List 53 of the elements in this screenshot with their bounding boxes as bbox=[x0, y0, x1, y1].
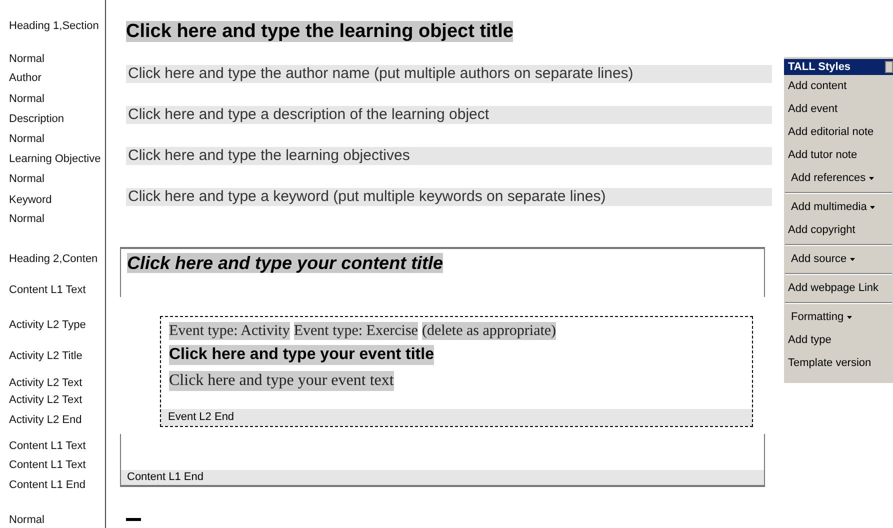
event-text[interactable]: Click here and type your event text bbox=[169, 371, 394, 391]
toolbar-menu-button[interactable]: Formatting bbox=[784, 306, 893, 329]
input-field[interactable]: Click here and type the learning objectives bbox=[126, 147, 772, 165]
toolbar-button[interactable]: Add webpage Link bbox=[784, 277, 893, 300]
caret-icon bbox=[846, 316, 852, 319]
style-name: Activity L2 End bbox=[9, 414, 82, 426]
style-name: Author bbox=[9, 72, 42, 84]
style-name: Normal bbox=[9, 133, 44, 145]
content-title[interactable]: Click here and type your content title bbox=[127, 253, 444, 273]
toolbar-menu-button[interactable]: Add multimedia bbox=[784, 196, 893, 219]
style-name: Heading 2,Conten bbox=[9, 253, 98, 265]
toolbar-button[interactable]: Add editorial note bbox=[784, 121, 893, 144]
caret-icon bbox=[870, 206, 875, 209]
toolbar-title: TALL Styles bbox=[788, 60, 851, 74]
toolbar-menu-button[interactable]: Add source bbox=[784, 248, 893, 271]
toolbar-button[interactable]: Add type bbox=[784, 329, 893, 352]
input-field[interactable]: Click here and type the author name (put multiple authors on separate lines) bbox=[126, 65, 772, 83]
close-button[interactable] bbox=[885, 61, 893, 73]
toolbar-button[interactable]: Add copyright bbox=[784, 219, 893, 242]
toolbar-button[interactable]: Add tutor note bbox=[784, 144, 893, 167]
content-end-bar: Content L1 End bbox=[121, 470, 764, 485]
style-name: Content L1 Text bbox=[9, 459, 86, 471]
style-name: Heading 1,Section bbox=[9, 20, 99, 32]
caret-icon bbox=[868, 177, 874, 180]
toolbar-menu-button[interactable]: Add references bbox=[784, 167, 893, 190]
style-name: Content L1 End bbox=[9, 479, 86, 491]
caret-icon bbox=[850, 258, 855, 261]
event-type-field[interactable]: Event type: Activity bbox=[169, 322, 290, 340]
document-title[interactable]: Click here and type the learning object title bbox=[126, 21, 514, 42]
style-name: Activity L2 Title bbox=[9, 350, 82, 362]
text-cursor bbox=[126, 518, 141, 521]
style-name: Learning Objective bbox=[9, 153, 101, 165]
toolbar-button[interactable]: Template version bbox=[784, 352, 893, 375]
style-name: Content L1 Text bbox=[9, 440, 86, 452]
style-name: Description bbox=[9, 113, 64, 125]
style-name: Activity L2 Type bbox=[9, 319, 86, 331]
input-field[interactable]: Click here and type a keyword (put multiple keywords on separate lines) bbox=[126, 188, 772, 206]
style-name: Normal bbox=[9, 93, 44, 105]
event-title[interactable]: Click here and type your event title bbox=[169, 345, 434, 365]
toolbar-button[interactable]: Add content bbox=[784, 75, 893, 98]
input-field[interactable]: Click here and type a description of the learning object bbox=[126, 106, 772, 124]
toolbar-button[interactable]: Add event bbox=[784, 98, 893, 121]
style-name: Normal bbox=[9, 514, 44, 526]
style-name: Activity L2 Text bbox=[9, 377, 82, 389]
event-type-field[interactable]: (delete as appropriate) bbox=[422, 322, 556, 340]
style-name: Keyword bbox=[9, 194, 52, 206]
style-name: Activity L2 Text bbox=[9, 394, 82, 406]
event-end-bar: Event L2 End bbox=[161, 409, 752, 426]
style-name: Content L1 Text bbox=[9, 284, 86, 296]
style-name: Normal bbox=[9, 173, 44, 185]
style-name: Normal bbox=[9, 213, 44, 225]
style-name: Normal bbox=[9, 53, 44, 65]
event-type-field[interactable]: Event type: Exercise bbox=[294, 322, 418, 340]
